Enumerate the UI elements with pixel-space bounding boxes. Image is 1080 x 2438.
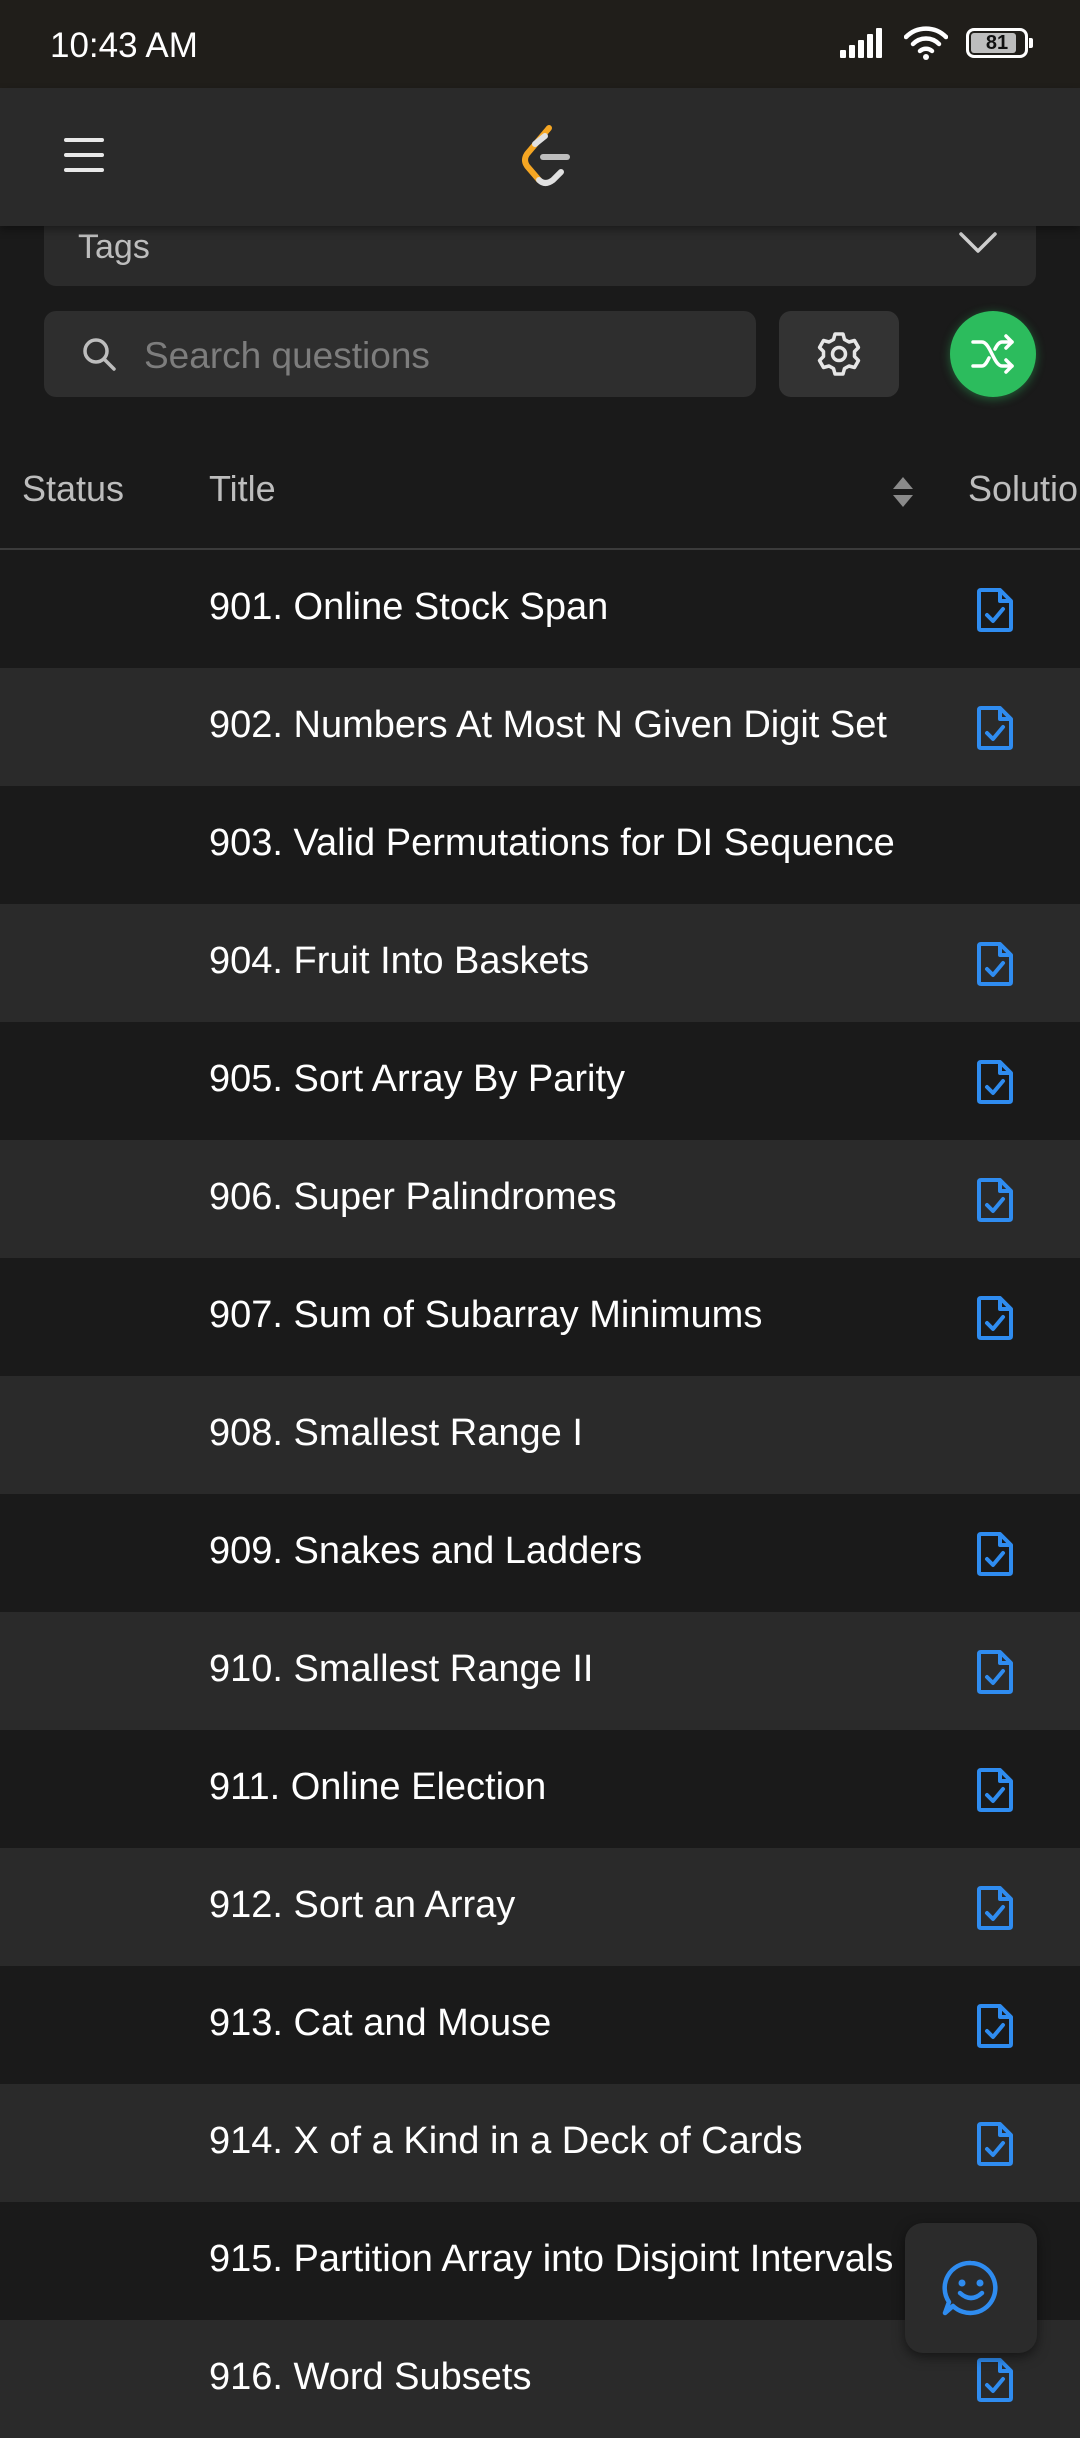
random-question-button[interactable] <box>950 311 1036 397</box>
status-bar: 10:43 AM 81 <box>0 0 1080 88</box>
solution-icon[interactable] <box>975 1650 1015 1694</box>
table-row[interactable]: 901. Online Stock Span <box>0 550 1080 668</box>
question-title[interactable]: 905. Sort Array By Parity <box>209 1058 625 1101</box>
solution-icon[interactable] <box>975 2358 1015 2402</box>
sort-icon[interactable] <box>890 474 916 510</box>
signal-icon <box>840 28 882 58</box>
status-icons: 81 <box>838 26 1033 60</box>
question-list: 901. Online Stock Span 902. Numbers At Mo… <box>0 550 1080 2438</box>
question-title[interactable]: 912. Sort an Array <box>209 1884 515 1927</box>
table-row[interactable]: 902. Numbers At Most N Given Digit Set <box>0 668 1080 786</box>
search-input[interactable]: Search questions <box>44 311 756 397</box>
table-row[interactable]: 913. Cat and Mouse <box>0 1966 1080 2084</box>
table-row[interactable]: 906. Super Palindromes <box>0 1140 1080 1258</box>
shuffle-icon <box>971 334 1014 374</box>
question-title[interactable]: 906. Super Palindromes <box>209 1176 617 1219</box>
solution-icon[interactable] <box>975 588 1015 632</box>
table-row[interactable]: 908. Smallest Range I <box>0 1376 1080 1494</box>
app-header <box>0 88 1080 226</box>
column-header-solution[interactable]: Solutio <box>968 468 1078 510</box>
solution-icon[interactable] <box>975 1296 1015 1340</box>
search-placeholder: Search questions <box>144 335 430 376</box>
solution-icon[interactable] <box>975 1532 1015 1576</box>
question-title[interactable]: 904. Fruit Into Baskets <box>209 940 589 983</box>
question-title[interactable]: 910. Smallest Range II <box>209 1648 593 1691</box>
chat-smile-icon <box>942 2260 998 2316</box>
question-title[interactable]: 916. Word Subsets <box>209 2356 531 2399</box>
column-header-status[interactable]: Status <box>22 468 124 510</box>
table-row[interactable]: 905. Sort Array By Parity <box>0 1022 1080 1140</box>
question-title[interactable]: 914. X of a Kind in a Deck of Cards <box>209 2120 803 2163</box>
solution-icon[interactable] <box>975 942 1015 986</box>
tags-label: Tags <box>78 228 150 266</box>
table-row[interactable]: 914. X of a Kind in a Deck of Cards <box>0 2084 1080 2202</box>
question-title[interactable]: 915. Partition Array into Disjoint Inter… <box>209 2238 893 2281</box>
search-icon <box>83 338 116 371</box>
table-row[interactable]: 910. Smallest Range II <box>0 1612 1080 1730</box>
question-title[interactable]: 909. Snakes and Ladders <box>209 1530 642 1573</box>
solution-icon[interactable] <box>975 706 1015 750</box>
table-row[interactable]: 903. Valid Permutations for DI Sequence <box>0 786 1080 904</box>
feedback-button[interactable] <box>905 2223 1037 2353</box>
table-row[interactable]: 911. Online Election <box>0 1730 1080 1848</box>
chevron-down-icon <box>959 232 997 253</box>
question-title[interactable]: 913. Cat and Mouse <box>209 2002 551 2045</box>
solution-icon[interactable] <box>975 1060 1015 1104</box>
settings-button[interactable] <box>779 311 899 397</box>
solution-icon[interactable] <box>975 2004 1015 2048</box>
column-header-title[interactable]: Title <box>209 468 276 510</box>
solution-icon[interactable] <box>975 2122 1015 2166</box>
solution-icon[interactable] <box>975 1886 1015 1930</box>
battery-icon: 81 <box>966 28 1033 58</box>
gear-icon <box>817 332 861 376</box>
question-title[interactable]: 907. Sum of Subarray Minimums <box>209 1294 762 1337</box>
table-row[interactable]: 904. Fruit Into Baskets <box>0 904 1080 1022</box>
table-row[interactable]: 907. Sum of Subarray Minimums <box>0 1258 1080 1376</box>
wifi-icon <box>904 26 948 60</box>
question-title[interactable]: 901. Online Stock Span <box>209 586 608 629</box>
menu-icon[interactable] <box>64 138 104 176</box>
table-row[interactable]: 909. Snakes and Ladders <box>0 1494 1080 1612</box>
table-header: Status Title Solutio <box>0 440 1080 550</box>
battery-level: 81 <box>985 31 1009 54</box>
solution-icon[interactable] <box>975 1768 1015 1812</box>
solution-icon[interactable] <box>975 1178 1015 1222</box>
question-title[interactable]: 903. Valid Permutations for DI Sequence <box>209 822 895 865</box>
question-title[interactable]: 908. Smallest Range I <box>209 1412 583 1455</box>
leetcode-logo[interactable] <box>515 124 575 188</box>
table-row[interactable]: 912. Sort an Array <box>0 1848 1080 1966</box>
question-title[interactable]: 911. Online Election <box>209 1766 546 1809</box>
status-time: 10:43 AM <box>50 26 198 65</box>
question-title[interactable]: 902. Numbers At Most N Given Digit Set <box>209 704 887 747</box>
